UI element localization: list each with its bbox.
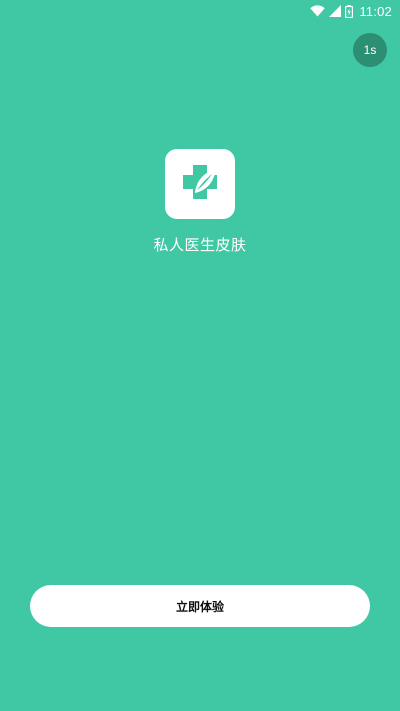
status-bar: 11:02 [0, 0, 400, 22]
app-logo [165, 149, 235, 219]
countdown-label: 1s [363, 43, 377, 57]
cellular-signal-icon [329, 5, 342, 17]
splash-screen: 11:02 1s 私人医生皮肤 立即体验 [0, 0, 400, 711]
status-time: 11:02 [359, 3, 392, 19]
wifi-icon [310, 5, 326, 17]
medical-cross-leaf-icon [177, 159, 223, 209]
try-now-button[interactable]: 立即体验 [30, 585, 370, 627]
battery-icon [345, 4, 354, 18]
try-now-label: 立即体验 [175, 599, 224, 614]
app-name: 私人医生皮肤 [153, 236, 247, 254]
skip-countdown-button[interactable]: 1s [353, 33, 387, 67]
